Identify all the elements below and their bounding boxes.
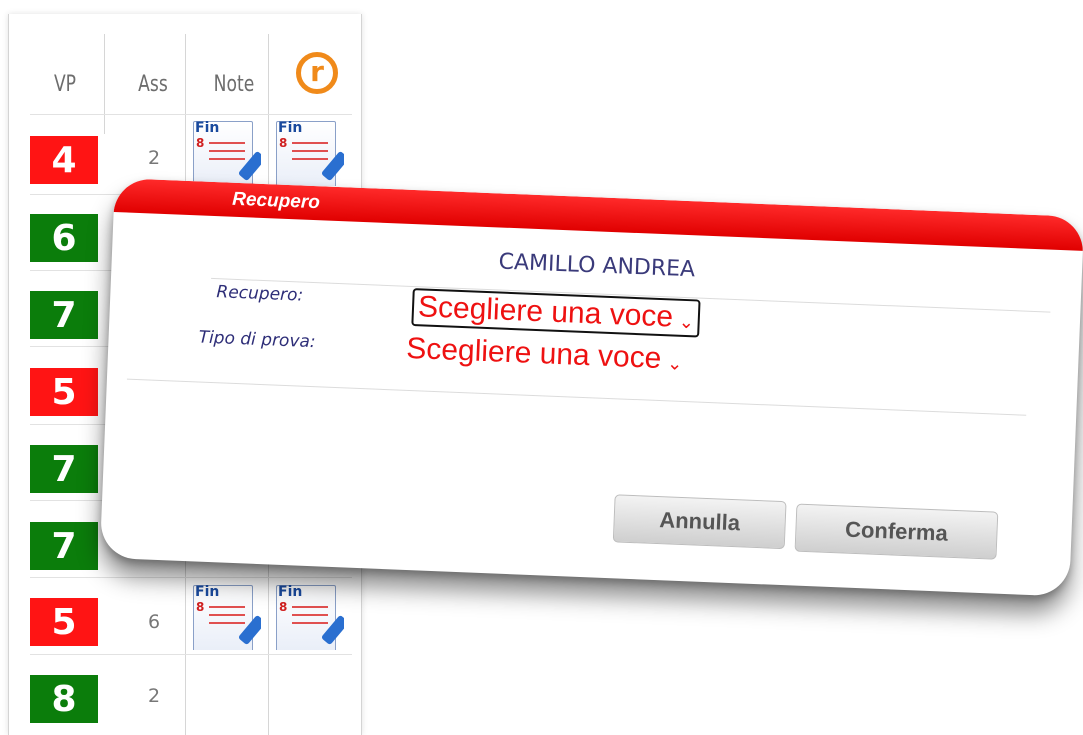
grade-cell[interactable]: 7	[30, 291, 98, 339]
note-icon[interactable]: Fin 8	[272, 582, 344, 650]
grade-cell[interactable]: 7	[30, 445, 98, 493]
recupero-logo-icon[interactable]: r	[296, 52, 338, 94]
note-icon[interactable]: Fin 8	[189, 582, 261, 650]
column-header-ass: Ass	[138, 71, 168, 97]
grade-cell[interactable]: 8	[30, 675, 98, 723]
tipo-prova-select[interactable]: Scegliere una voce ⌄	[406, 332, 683, 377]
absences-cell: 2	[147, 685, 161, 707]
row-divider	[30, 654, 352, 655]
divider	[126, 378, 1027, 416]
absences-cell: 6	[147, 611, 161, 633]
grade-cell[interactable]: 5	[30, 368, 98, 416]
dialog-title: Recupero	[231, 188, 321, 214]
recupero-select-value: Scegliere una voce	[417, 290, 674, 334]
cancel-button[interactable]: Annulla	[612, 494, 787, 550]
absences-cell: 2	[147, 147, 161, 169]
grade-cell[interactable]: 5	[30, 598, 98, 646]
chevron-down-icon: ⌄	[666, 352, 683, 374]
chevron-down-icon: ⌄	[678, 311, 695, 332]
grade-cell[interactable]: 6	[30, 214, 98, 262]
recupero-dialog: Recupero CAMILLO ANDREA Recupero: Scegli…	[99, 178, 1083, 597]
grade-cell[interactable]: 7	[30, 522, 98, 570]
tipo-prova-label: Tipo di prova:	[198, 327, 316, 353]
row-divider	[30, 114, 352, 115]
recupero-label: Recupero:	[216, 282, 304, 306]
grade-cell[interactable]: 4	[30, 136, 98, 184]
note-icon[interactable]: Fin 8	[189, 118, 261, 186]
confirm-button[interactable]: Conferma	[794, 503, 999, 560]
row-divider	[30, 577, 352, 578]
column-divider	[104, 34, 105, 134]
tipo-prova-select-value: Scegliere una voce	[405, 331, 663, 376]
column-header-vp: VP	[53, 71, 77, 97]
note-icon[interactable]: Fin 8	[272, 118, 344, 186]
